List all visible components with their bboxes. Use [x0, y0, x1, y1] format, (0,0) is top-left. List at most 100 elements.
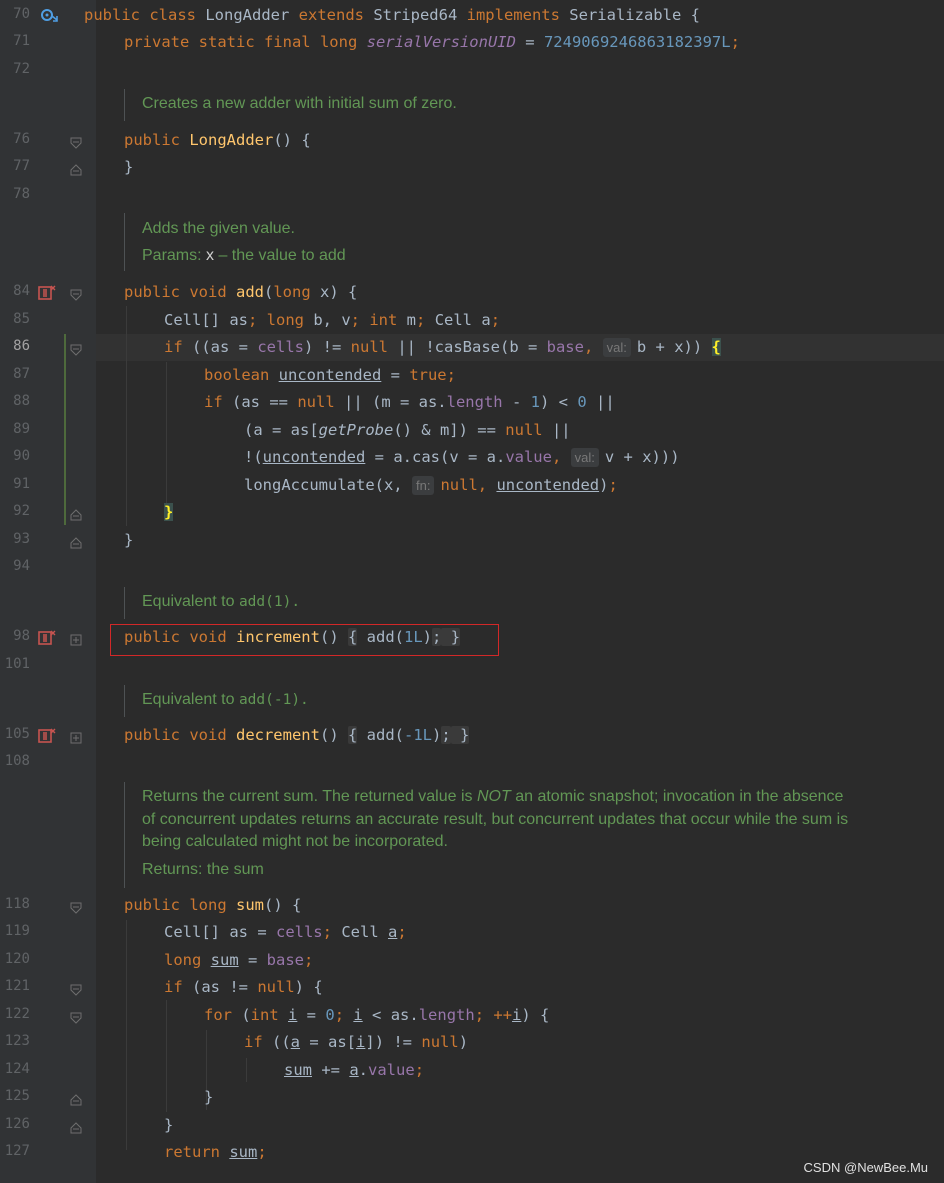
code-line[interactable]: 72 — [0, 61, 944, 81]
code-line[interactable]: 88 if (as == null || (m = as.length - 1)… — [0, 393, 944, 413]
code-text: public void decrement() { add(-1L); } — [124, 726, 470, 744]
fold-end-icon[interactable] — [70, 162, 82, 176]
code-line[interactable]: 121 if (as != null) { — [0, 978, 944, 998]
doc-code: add(-1). — [238, 692, 309, 708]
code-line[interactable]: 92 } — [0, 503, 944, 523]
fold-collapse-icon[interactable] — [70, 900, 82, 914]
code-line[interactable]: 77 } — [0, 158, 944, 178]
implemented-override-icon[interactable] — [40, 8, 60, 28]
code-text: public class LongAdder extends Striped64… — [84, 6, 700, 24]
line-number: 71 — [13, 33, 30, 49]
line-number: 120 — [4, 951, 30, 967]
code-line[interactable]: 89 (a = as[getProbe() & m]) == null || — [0, 421, 944, 441]
overridden-method-icon[interactable] — [38, 629, 56, 651]
matched-brace: } — [164, 503, 174, 521]
matched-brace: { — [711, 338, 721, 356]
fold-collapse-icon[interactable] — [70, 287, 82, 301]
line-number: 86 — [13, 338, 30, 354]
line-number: 89 — [13, 421, 30, 437]
overridden-method-icon[interactable] — [38, 727, 56, 749]
fold-end-icon[interactable] — [70, 1092, 82, 1106]
folded-region[interactable]: } — [450, 726, 470, 744]
line-number: 92 — [13, 503, 30, 519]
rendered-javadoc-params: Params: x – the value to add — [142, 247, 346, 265]
doc-border — [124, 89, 125, 121]
line-number: 119 — [4, 923, 30, 939]
fold-end-icon[interactable] — [70, 535, 82, 549]
code-line[interactable]: 105 public void decrement() { add(-1L); … — [0, 726, 944, 746]
folded-region[interactable]: { — [347, 726, 358, 744]
line-number: 127 — [4, 1143, 30, 1159]
line-number: 90 — [13, 448, 30, 464]
fold-end-icon[interactable] — [70, 507, 82, 521]
rendered-javadoc: Equivalent to add(1). — [142, 593, 300, 611]
code-text: sum += a.value; — [284, 1061, 425, 1079]
line-number: 101 — [4, 656, 30, 672]
doc-border — [124, 685, 125, 717]
rendered-javadoc: Returns the current sum. The returned va… — [142, 788, 843, 806]
fold-collapse-icon[interactable] — [70, 135, 82, 149]
code-text: } — [124, 158, 134, 176]
code-line[interactable]: 87 boolean uncontended = true; — [0, 366, 944, 386]
code-line[interactable]: 90 !(uncontended = a.cas(v = a.value, va… — [0, 448, 944, 468]
code-text: } — [204, 1088, 214, 1106]
overridden-method-icon[interactable] — [38, 284, 56, 306]
code-text: if (as == null || (m = as.length - 1) < … — [204, 393, 615, 411]
code-line[interactable]: 84 public void add(long x) { — [0, 283, 944, 303]
code-line[interactable]: 78 — [0, 186, 944, 206]
doc-text: – the value to add — [214, 247, 346, 264]
code-text: public void add(long x) { — [124, 283, 358, 301]
code-text: Cell[] as; long b, v; int m; Cell a; — [164, 311, 501, 329]
code-line[interactable]: 86 if ((as = cells) != null || !casBase(… — [0, 338, 944, 358]
line-number: 87 — [13, 366, 30, 382]
code-line[interactable]: 93 } — [0, 531, 944, 551]
code-text: !(uncontended = a.cas(v = a.value, val: v… — [244, 448, 680, 467]
doc-text: Equivalent to — [142, 691, 239, 708]
code-line[interactable]: 122 for (int i = 0; i < as.length; ++i) … — [0, 1006, 944, 1026]
code-text: } — [124, 531, 134, 549]
code-line[interactable]: 118 public long sum() { — [0, 896, 944, 916]
line-number: 70 — [13, 6, 30, 22]
code-text: for (int i = 0; i < as.length; ++i) { — [204, 1006, 550, 1024]
code-line[interactable]: 70 public class LongAdder extends Stripe… — [0, 6, 944, 26]
fold-collapse-icon[interactable] — [70, 1010, 82, 1024]
line-number: 98 — [13, 628, 30, 644]
code-line[interactable]: 125 } — [0, 1088, 944, 1108]
doc-text: Returns the current sum. The returned va… — [142, 788, 477, 805]
line-number: 77 — [13, 158, 30, 174]
code-text: public long sum() { — [124, 896, 302, 914]
code-line[interactable]: 85 Cell[] as; long b, v; int m; Cell a; — [0, 311, 944, 331]
code-line[interactable]: 123 if ((a = as[i]) != null) — [0, 1033, 944, 1053]
rendered-javadoc: being calculated might not be incorporat… — [142, 833, 448, 850]
fold-expand-icon[interactable] — [70, 730, 82, 744]
doc-border — [124, 213, 125, 271]
parameter-hint: val: — [570, 448, 599, 467]
code-text: if ((as = cells) != null || !casBase(b =… — [164, 338, 721, 357]
fold-expand-icon[interactable] — [70, 632, 82, 646]
fold-collapse-icon[interactable] — [70, 982, 82, 996]
code-line[interactable]: 108 — [0, 753, 944, 773]
code-line[interactable]: 76 public LongAdder() { — [0, 131, 944, 151]
code-line[interactable]: 120 long sum = base; — [0, 951, 944, 971]
fold-collapse-icon[interactable] — [70, 342, 82, 356]
code-text: public LongAdder() { — [124, 131, 311, 149]
line-number: 91 — [13, 476, 30, 492]
code-line[interactable]: 101 — [0, 656, 944, 676]
code-text: Cell[] as = cells; Cell a; — [164, 923, 407, 941]
code-line[interactable]: 127 return sum; — [0, 1143, 944, 1163]
code-text: } — [164, 503, 174, 521]
code-text: long sum = base; — [164, 951, 314, 969]
code-text: private static final long serialVersionU… — [124, 33, 740, 51]
code-line[interactable]: 94 — [0, 558, 944, 578]
code-editor[interactable]: 70 public class LongAdder extends Stripe… — [0, 0, 944, 1183]
highlight-box — [110, 624, 499, 656]
line-number: 78 — [13, 186, 30, 202]
code-line[interactable]: 91 longAccumulate(x, fn: null, uncontende… — [0, 476, 944, 496]
fold-end-icon[interactable] — [70, 1120, 82, 1134]
code-line[interactable]: 119 Cell[] as = cells; Cell a; — [0, 923, 944, 943]
code-text: longAccumulate(x, fn: null, uncontended); — [244, 476, 618, 495]
line-number: 108 — [4, 753, 30, 769]
code-line[interactable]: 71 private static final long serialVersi… — [0, 33, 944, 53]
code-line[interactable]: 126 } — [0, 1116, 944, 1136]
code-line[interactable]: 124 sum += a.value; — [0, 1061, 944, 1081]
